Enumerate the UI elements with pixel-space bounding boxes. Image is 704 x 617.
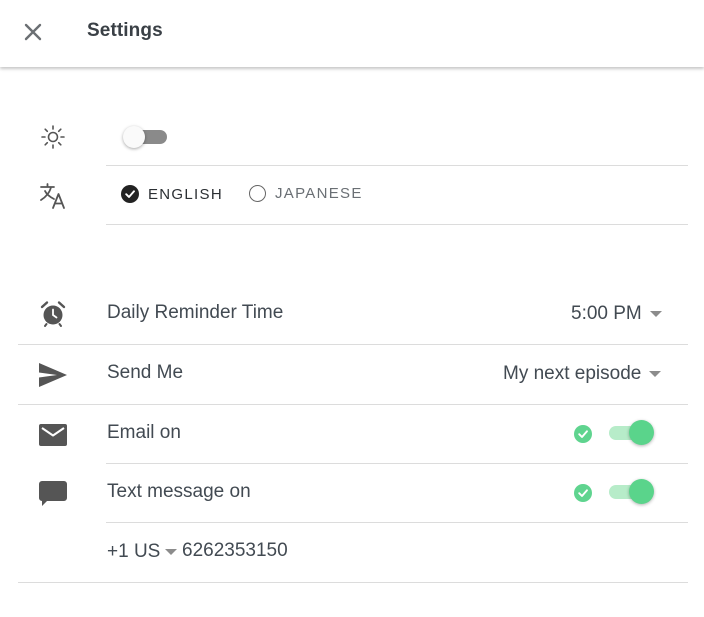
translate-icon — [40, 183, 65, 209]
text-message-toggle[interactable] — [608, 478, 658, 506]
language-label: JAPANESE — [275, 185, 363, 202]
alarm-clock-icon — [40, 301, 66, 327]
reminder-time-value: 5:00 PM — [571, 303, 642, 324]
dark-mode-toggle[interactable] — [121, 124, 169, 150]
dropdown-arrow-icon — [165, 549, 178, 555]
email-on-label: Email on — [107, 422, 181, 443]
send-me-value: My next episode — [503, 363, 642, 384]
dropdown-arrow-icon — [649, 311, 662, 317]
language-label: ENGLISH — [148, 185, 223, 203]
text-message-on-label: Text message on — [107, 481, 251, 502]
chat-bubble-icon — [39, 481, 67, 506]
divider — [106, 224, 688, 225]
divider — [106, 522, 688, 523]
toggle-thumb — [629, 420, 654, 445]
app-header: Settings — [0, 0, 704, 67]
send-me-select[interactable]: My next episode — [503, 363, 662, 385]
check-icon — [574, 484, 592, 502]
language-option-english[interactable]: ENGLISH — [121, 185, 223, 203]
send-icon — [39, 363, 67, 387]
toggle-thumb — [629, 479, 654, 504]
divider — [106, 463, 688, 464]
divider — [18, 344, 688, 345]
checked-radio-icon — [121, 185, 139, 203]
page-title: Settings — [87, 20, 163, 41]
divider — [18, 582, 688, 583]
divider — [18, 404, 688, 405]
sun-icon — [41, 125, 65, 149]
unchecked-radio-icon — [249, 185, 266, 202]
divider — [106, 165, 688, 166]
close-icon[interactable] — [22, 21, 44, 43]
phone-number-field[interactable]: 6262353150 — [182, 540, 288, 562]
country-code-value: +1 US — [107, 541, 161, 562]
daily-reminder-label: Daily Reminder Time — [107, 302, 284, 323]
dropdown-arrow-icon — [649, 371, 662, 377]
mail-icon — [39, 424, 67, 446]
email-toggle[interactable] — [608, 419, 658, 447]
check-icon — [574, 425, 592, 443]
language-option-japanese[interactable]: JAPANESE — [249, 185, 363, 202]
country-code-select[interactable]: +1 US — [107, 541, 178, 563]
send-me-label: Send Me — [107, 362, 184, 383]
reminder-time-select[interactable]: 5:00 PM — [571, 303, 662, 325]
toggle-thumb — [123, 126, 145, 148]
